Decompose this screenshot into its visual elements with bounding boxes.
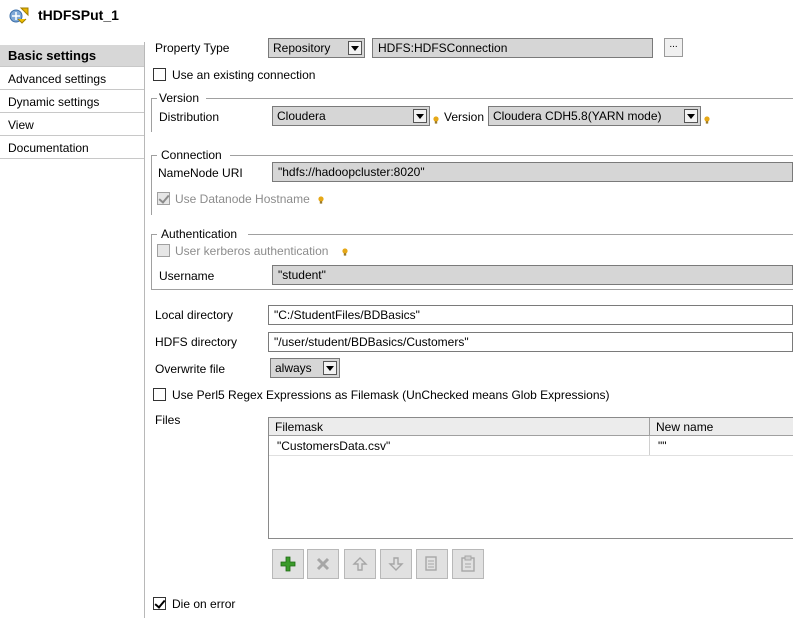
local-directory-label: Local directory [155, 308, 234, 322]
kerberos-auth-label: User kerberos authentication [175, 244, 329, 258]
paste-icon [461, 555, 475, 572]
files-table: Filemask New name "CustomersData.csv" "" [268, 417, 793, 539]
component-header: tHDFSPut_1 [0, 0, 793, 32]
sidebar-item-documentation[interactable]: Documentation [0, 137, 144, 159]
property-type-select[interactable]: Repository [268, 38, 365, 58]
move-down-icon [388, 557, 404, 571]
kerberos-auth-checkbox[interactable] [157, 244, 170, 257]
version-group-label: Version [159, 91, 200, 105]
component-title: tHDFSPut_1 [38, 7, 119, 23]
add-row-button[interactable] [272, 549, 304, 579]
namenode-uri-field[interactable]: "hdfs://hadoopcluster:8020" [272, 162, 793, 182]
perl-regex-label: Use Perl5 Regex Expressions as Filemask … [172, 388, 610, 402]
hdfs-directory-input[interactable]: "/user/student/BDBasics/Customers" [268, 332, 793, 352]
connection-group-border [151, 155, 152, 215]
sidebar-item-basic-settings[interactable]: Basic settings [0, 45, 144, 67]
column-header-filemask[interactable]: Filemask [269, 418, 650, 436]
chevron-down-icon [323, 361, 337, 375]
chevron-down-icon [684, 109, 698, 123]
chevron-down-icon [348, 41, 362, 55]
authentication-group-label: Authentication [161, 227, 238, 241]
authentication-group-border [151, 234, 152, 289]
use-datanode-hostname-checkbox[interactable] [157, 192, 170, 205]
namenode-uri-value: "hdfs://hadoopcluster:8020" [278, 165, 425, 179]
chevron-down-icon [413, 109, 427, 123]
version-select[interactable]: Cloudera CDH5.8(YARN mode) [488, 106, 701, 126]
files-label: Files [155, 413, 181, 427]
connection-group-border [230, 155, 793, 156]
repository-connection-value: HDFS:HDFSConnection [378, 41, 508, 55]
distribution-select[interactable]: Cloudera [272, 106, 430, 126]
overwrite-file-select[interactable]: always [270, 358, 340, 378]
connection-group-label: Connection [161, 148, 222, 162]
use-datanode-hostname-label: Use Datanode Hostname [175, 192, 310, 206]
move-up-button[interactable] [344, 549, 376, 579]
table-row-divider [269, 455, 793, 456]
move-up-icon [352, 557, 368, 571]
use-existing-connection-label: Use an existing connection [172, 68, 316, 82]
use-existing-connection-checkbox[interactable] [153, 68, 166, 81]
move-down-button[interactable] [380, 549, 412, 579]
add-icon [280, 556, 296, 572]
remove-icon [316, 557, 330, 571]
overwrite-file-value: always [275, 361, 312, 375]
sidebar-item-advanced-settings[interactable]: Advanced settings [0, 68, 144, 90]
table-column-divider [649, 436, 650, 456]
hint-bulb-icon [433, 116, 439, 124]
overwrite-file-label: Overwrite file [155, 362, 226, 376]
column-header-new-name[interactable]: New name [650, 418, 793, 436]
hdfs-directory-label: HDFS directory [155, 335, 238, 349]
distribution-label: Distribution [159, 110, 220, 124]
namenode-uri-label: NameNode URI [158, 166, 243, 180]
table-cell-new-name[interactable]: "" [650, 437, 793, 455]
hint-bulb-icon [704, 116, 710, 124]
table-cell-filemask[interactable]: "CustomersData.csv" [269, 437, 650, 455]
version-group-border [206, 98, 793, 99]
hdfs-component-icon [9, 7, 29, 24]
settings-sidebar: Basic settings Advanced settings Dynamic… [0, 42, 145, 618]
version-label: Version [444, 110, 485, 124]
property-type-value: Repository [273, 41, 331, 55]
distribution-value: Cloudera [277, 109, 326, 123]
sidebar-item-view[interactable]: View [0, 114, 144, 136]
property-type-label: Property Type [155, 41, 230, 55]
copy-icon [425, 556, 437, 571]
browse-repository-button[interactable]: ... [664, 38, 683, 57]
hdfs-directory-value: "/user/student/BDBasics/Customers" [274, 335, 469, 349]
sidebar-item-dynamic-settings[interactable]: Dynamic settings [0, 91, 144, 113]
hint-bulb-icon [318, 196, 324, 204]
username-label: Username [159, 269, 215, 283]
remove-row-button[interactable] [307, 549, 339, 579]
version-value: Cloudera CDH5.8(YARN mode) [493, 109, 662, 123]
perl-regex-checkbox[interactable] [153, 388, 166, 401]
username-value: "student" [278, 268, 326, 282]
version-group-border [151, 98, 152, 132]
repository-connection-field[interactable]: HDFS:HDFSConnection [372, 38, 653, 58]
copy-button[interactable] [416, 549, 448, 579]
die-on-error-checkbox[interactable] [153, 597, 166, 610]
paste-button[interactable] [452, 549, 484, 579]
local-directory-input[interactable]: "C:/StudentFiles/BDBasics" [268, 305, 793, 325]
hint-bulb-icon [342, 248, 348, 256]
authentication-group-border [151, 289, 793, 290]
die-on-error-label: Die on error [172, 597, 236, 611]
authentication-group-border [248, 234, 793, 235]
local-directory-value: "C:/StudentFiles/BDBasics" [274, 308, 420, 322]
username-field[interactable]: "student" [272, 265, 793, 285]
